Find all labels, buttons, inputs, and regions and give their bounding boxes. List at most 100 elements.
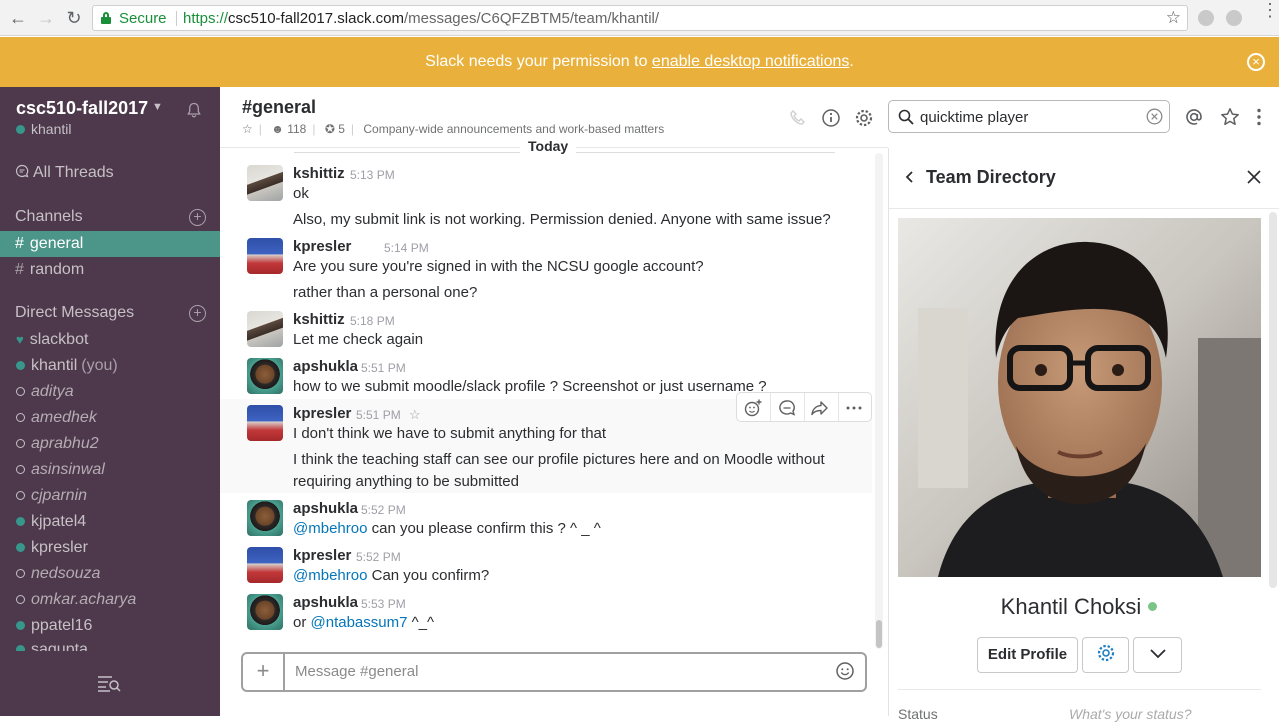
- dm-ppatel16[interactable]: ppatel16: [0, 613, 220, 639]
- channel-random[interactable]: # random: [0, 257, 220, 283]
- avatar[interactable]: [247, 500, 283, 536]
- search-icon: [898, 109, 914, 125]
- panel-scrollbar[interactable]: [1269, 212, 1277, 588]
- dm-sagupta[interactable]: sagupta: [0, 639, 220, 651]
- dm-aditya[interactable]: aditya: [0, 379, 220, 405]
- profile-photo[interactable]: [898, 218, 1261, 577]
- share-icon[interactable]: [810, 398, 830, 418]
- enable-notifications-link[interactable]: enable desktop notifications: [652, 53, 849, 70]
- dm-khantil[interactable]: khantil (you): [0, 353, 220, 379]
- dm-slackbot[interactable]: ♥ slackbot: [0, 327, 220, 353]
- emoji-icon[interactable]: [835, 661, 855, 681]
- dm-asinsinwal[interactable]: asinsinwal: [0, 457, 220, 483]
- avatar[interactable]: [247, 547, 283, 583]
- channel-general[interactable]: # general: [0, 231, 220, 257]
- user-mention[interactable]: @ntabassum7: [311, 614, 408, 631]
- reply-thread-icon[interactable]: [777, 398, 797, 418]
- message-time[interactable]: 5:53 PM: [361, 597, 406, 611]
- mentions-icon[interactable]: [1184, 107, 1204, 127]
- message-author[interactable]: apshukla: [293, 500, 358, 517]
- message-input[interactable]: Message #general: [295, 663, 418, 680]
- direct-messages-header[interactable]: Direct Messages: [15, 304, 134, 322]
- info-icon[interactable]: [821, 108, 841, 128]
- search-box[interactable]: quicktime player: [888, 100, 1170, 133]
- more-actions-icon[interactable]: [844, 398, 864, 418]
- close-icon[interactable]: [1246, 169, 1262, 185]
- avatar[interactable]: [247, 405, 283, 441]
- message-author[interactable]: kpresler: [293, 405, 351, 422]
- phone-icon[interactable]: [788, 108, 808, 128]
- notification-banner: Slack needs your permission to enable de…: [0, 37, 1279, 87]
- message-author[interactable]: kpresler: [293, 547, 351, 564]
- avatar[interactable]: [247, 594, 283, 630]
- add-dm-icon[interactable]: +: [189, 305, 206, 322]
- bell-icon[interactable]: [186, 102, 202, 118]
- dm-nedsouza[interactable]: nedsouza: [0, 561, 220, 587]
- dm-kpresler[interactable]: kpresler: [0, 535, 220, 561]
- more-options-icon[interactable]: [1249, 107, 1269, 127]
- channel-purpose: Company-wide announcements and work-base…: [363, 122, 665, 136]
- message-author[interactable]: apshukla: [293, 358, 358, 375]
- user-mention[interactable]: @mbehroo: [293, 520, 367, 537]
- close-banner-icon[interactable]: ×: [1247, 53, 1265, 71]
- message-author[interactable]: apshukla: [293, 594, 358, 611]
- profile-settings-button[interactable]: [1082, 637, 1129, 673]
- message-time[interactable]: 5:18 PM: [350, 314, 395, 328]
- message-time[interactable]: 5:13 PM: [350, 168, 395, 182]
- bookmark-star-icon[interactable]: ☆: [1166, 8, 1181, 28]
- messages-scroll-thumb[interactable]: [876, 620, 882, 648]
- message-time[interactable]: 5:51 PM: [361, 361, 406, 375]
- current-user[interactable]: khantil: [16, 121, 71, 137]
- dm-kjpatel4[interactable]: kjpatel4: [0, 509, 220, 535]
- quick-switcher-icon[interactable]: [97, 675, 121, 693]
- dm-aprabhu2[interactable]: aprabhu2: [0, 431, 220, 457]
- browser-menu-icon[interactable]: ⋮: [1261, 1, 1279, 19]
- chevron-down-icon[interactable]: ▼: [152, 101, 163, 113]
- team-name[interactable]: csc510-fall2017: [16, 98, 148, 119]
- dm-amedhek[interactable]: amedhek: [0, 405, 220, 431]
- message-author[interactable]: kshittiz: [293, 165, 345, 182]
- forward-arrow-icon[interactable]: →: [36, 8, 56, 28]
- message-time[interactable]: 5:51 PM: [356, 408, 401, 422]
- message-author[interactable]: kshittiz: [293, 311, 345, 328]
- message-composer[interactable]: + Message #general: [241, 652, 867, 692]
- starred-items-icon[interactable]: [1220, 107, 1240, 127]
- avatar[interactable]: [247, 311, 283, 347]
- more-profile-actions-button[interactable]: [1133, 637, 1182, 673]
- extension-globe-icon[interactable]: [1198, 10, 1214, 26]
- messages-scrollbar[interactable]: [875, 153, 883, 649]
- add-reaction-icon[interactable]: [743, 398, 763, 418]
- message-time[interactable]: 5:52 PM: [356, 550, 401, 564]
- all-threads-link[interactable]: All Threads: [15, 164, 114, 182]
- back-arrow-icon[interactable]: ←: [8, 8, 28, 28]
- channels-header[interactable]: Channels: [15, 208, 83, 226]
- chevron-left-icon[interactable]: [904, 170, 916, 184]
- star-message-icon[interactable]: ☆: [409, 407, 421, 423]
- message-time[interactable]: 5:14 PM: [384, 241, 429, 255]
- avatar[interactable]: [247, 238, 283, 274]
- dm-omkar-acharya[interactable]: omkar.acharya: [0, 587, 220, 613]
- address-bar[interactable]: Secure https://csc510-fall2017.slack.com…: [92, 5, 1188, 31]
- add-channel-icon[interactable]: +: [189, 209, 206, 226]
- gear-icon[interactable]: [854, 108, 874, 128]
- dm-cjparnin[interactable]: cjparnin: [0, 483, 220, 509]
- status-input[interactable]: What's your status?: [1069, 706, 1192, 722]
- star-icon[interactable]: ☆: [242, 122, 253, 136]
- user-mention[interactable]: @mbehroo: [293, 567, 367, 584]
- message-text: @mbehroo Can you confirm?: [293, 567, 490, 584]
- pin-count[interactable]: 5: [338, 122, 345, 136]
- message-author[interactable]: kpresler: [293, 238, 351, 255]
- presence-dot: [16, 125, 25, 134]
- clear-search-icon[interactable]: [1146, 108, 1163, 125]
- channel-title[interactable]: #general: [242, 97, 316, 118]
- edit-profile-button[interactable]: Edit Profile: [977, 637, 1078, 673]
- member-count[interactable]: 118: [287, 122, 306, 136]
- url-text[interactable]: https://csc510-fall2017.slack.com/messag…: [183, 10, 659, 27]
- reload-icon[interactable]: ↻: [64, 8, 84, 28]
- avatar[interactable]: [247, 358, 283, 394]
- extension-skype-icon[interactable]: [1226, 10, 1242, 26]
- search-input[interactable]: quicktime player: [920, 109, 1028, 126]
- message-time[interactable]: 5:52 PM: [361, 503, 406, 517]
- avatar[interactable]: [247, 165, 283, 201]
- add-file-button[interactable]: +: [243, 654, 285, 690]
